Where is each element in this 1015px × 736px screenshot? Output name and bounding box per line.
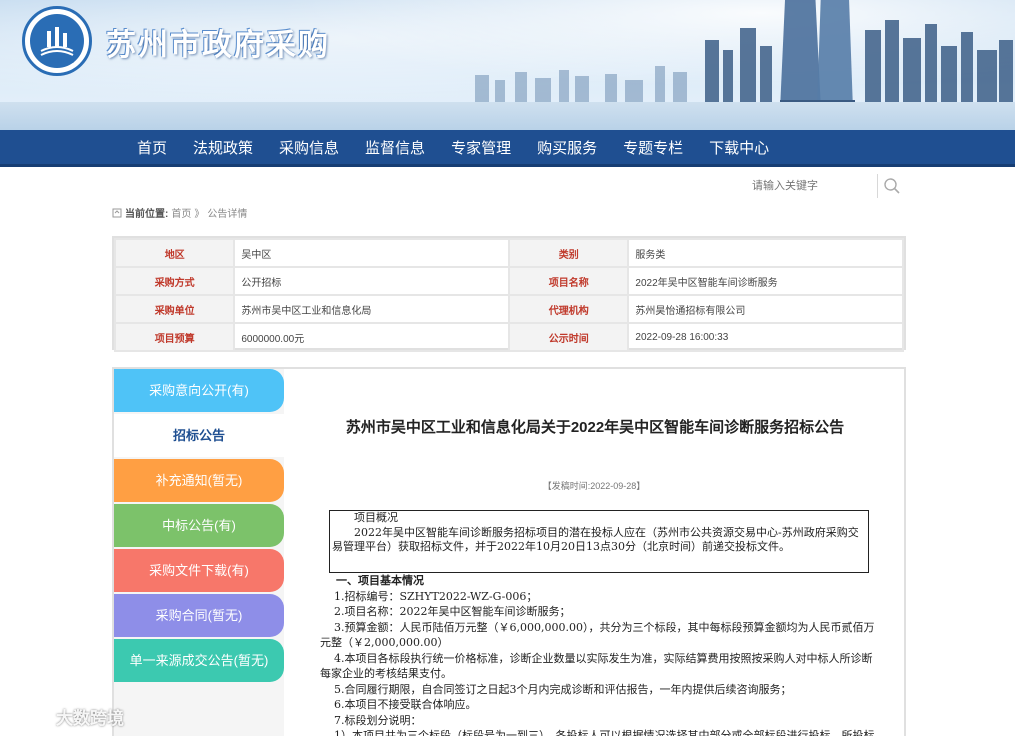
- search-icon[interactable]: [882, 176, 902, 196]
- table-row: 项目预算 6000000.00元 公示时间 2022-09-28 16:00:3…: [113, 322, 904, 352]
- table-row: 采购单位 苏州市吴中区工业和信息化局 代理机构 苏州昊怡通招标有限公司: [113, 294, 904, 324]
- content-panel: 采购意向公开(有) 招标公告 补充通知(暂无) 中标公告(有) 采购文件下载(有…: [112, 367, 906, 736]
- info-value-region: 吴中区: [233, 238, 511, 268]
- sidebar-item-supplementary[interactable]: 补充通知(暂无): [114, 459, 284, 502]
- sidebar-item-contract[interactable]: 采购合同(暂无): [114, 594, 284, 637]
- info-value-method: 公开招标: [233, 266, 511, 296]
- body-line: 1.招标编号：SZHYT2022-WZ-G-006；: [334, 589, 538, 603]
- nav-expert-management[interactable]: 专家管理: [438, 130, 524, 167]
- watermark-text: 大数跨境: [56, 709, 124, 728]
- info-key-publish-time: 公示时间: [508, 322, 630, 352]
- body-line: 1）本项目共为三个标段（标段号为一到三），各投标人可以根据情况选择其中部分或全部…: [334, 729, 875, 736]
- sidebar-item-single-source[interactable]: 单一来源成交公告(暂无): [114, 639, 284, 682]
- info-value-agency: 苏州昊怡通招标有限公司: [627, 294, 904, 324]
- breadcrumb-home-link[interactable]: 首页: [171, 205, 191, 220]
- sidebar-item-intention[interactable]: 采购意向公开(有): [114, 369, 284, 412]
- table-row: 地区 吴中区 类别 服务类: [113, 238, 904, 268]
- article-publish-time: 【发稿时间:2022-09-28】: [542, 481, 646, 491]
- nav-regulations[interactable]: 法规政策: [180, 130, 266, 167]
- info-key-purchaser: 采购单位: [113, 294, 236, 324]
- search-box: [746, 174, 906, 198]
- project-info-table: 地区 吴中区 类别 服务类 采购方式 公开招标 项目名称 2022年吴中区智能车…: [112, 236, 906, 352]
- info-key-agency: 代理机构: [508, 294, 630, 324]
- section-heading: 一、项目基本情况: [336, 574, 424, 587]
- watermark-logo-icon: [9, 707, 51, 725]
- article-body: 一、项目基本情况 1.招标编号：SZHYT2022-WZ-G-006； 2.项目…: [320, 573, 876, 736]
- body-line: 4.本项目各标段执行统一价格标准，诊断企业数量以实际发生为准，实际结算费用按照按…: [320, 651, 873, 681]
- breadcrumb-current: 公告详情: [207, 209, 248, 220]
- sidebar-item-tender-notice[interactable]: 招标公告: [114, 414, 284, 457]
- logo-ring-text: SUZHOU: [40, 58, 76, 65]
- info-value-budget: 6000000.00元: [233, 322, 511, 352]
- article-title: 苏州市吴中区工业和信息化局关于2022年吴中区智能车间诊断服务招标公告: [345, 419, 845, 436]
- search-input[interactable]: [746, 174, 874, 198]
- suzhou-logo[interactable]: [22, 6, 92, 76]
- body-line: 6.本项目不接受联合体响应。: [334, 698, 477, 711]
- nav-procurement-info[interactable]: 采购信息: [266, 130, 352, 167]
- info-value-publish-time: 2022-09-28 16:00:33: [627, 322, 904, 352]
- nav-download-center[interactable]: 下载中心: [696, 130, 782, 167]
- body-line: 5.合同履行期限，自合同签订之日起3个月内完成诊断和评估报告，一年内提供后续咨询…: [334, 682, 792, 696]
- pagoda-icon: [40, 27, 74, 56]
- info-key-budget: 项目预算: [113, 322, 236, 352]
- project-overview-box: 项目概况 2022年吴中区智能车间诊断服务招标项目的潜在投标人应在（苏州市公共资…: [329, 510, 869, 573]
- city-skyline-graphic: [475, 0, 1013, 110]
- main-nav: 首页 法规政策 采购信息 监督信息 专家管理 购买服务 专题专栏 下载中心: [0, 130, 1015, 167]
- sidebar-item-document-download[interactable]: 采购文件下载(有): [114, 549, 284, 592]
- table-row: 采购方式 公开招标 项目名称 2022年吴中区智能车间诊断服务: [113, 266, 904, 296]
- search-divider: [877, 174, 878, 198]
- info-key-method: 采购方式: [113, 266, 236, 296]
- body-line: 3.预算金额：人民币陆佰万元整（￥6,000,000.00），共分为三个标段，其…: [320, 620, 875, 650]
- info-value-project-name: 2022年吴中区智能车间诊断服务: [627, 266, 904, 296]
- body-line: 2.项目名称：2022年吴中区智能车间诊断服务；: [334, 605, 571, 618]
- nav-home[interactable]: 首页: [124, 130, 180, 167]
- sidebar-item-award-notice[interactable]: 中标公告(有): [114, 504, 284, 547]
- breadcrumb: 当前位置: 首页 》 公告详情: [112, 205, 247, 220]
- nav-supervision-info[interactable]: 监督信息: [352, 130, 438, 167]
- home-icon: [112, 208, 122, 217]
- header-banner: SUZHOU 苏州市政府采购: [0, 0, 1015, 130]
- breadcrumb-label: 当前位置:: [125, 209, 169, 220]
- nav-purchase-services[interactable]: 购买服务: [524, 130, 610, 167]
- overview-heading: 项目概况: [354, 511, 398, 524]
- notice-article: 苏州市吴中区工业和信息化局关于2022年吴中区智能车间诊断服务招标公告 【发稿时…: [284, 369, 904, 736]
- banner-water: [0, 102, 1015, 130]
- site-title: 苏州市政府采购: [106, 29, 330, 62]
- body-line: 7.标段划分说明：: [334, 713, 422, 727]
- info-value-purchaser: 苏州市吴中区工业和信息化局: [233, 294, 511, 324]
- info-value-category: 服务类: [627, 238, 904, 268]
- notice-type-sidebar: 采购意向公开(有) 招标公告 补充通知(暂无) 中标公告(有) 采购文件下载(有…: [114, 369, 284, 736]
- nav-special-topics[interactable]: 专题专栏: [610, 130, 696, 167]
- breadcrumb-separator: 》: [194, 209, 205, 220]
- info-key-category: 类别: [508, 238, 630, 268]
- info-key-project-name: 项目名称: [508, 266, 630, 296]
- watermark: 大数跨境: [8, 704, 124, 729]
- overview-body: 2022年吴中区智能车间诊断服务招标项目的潜在投标人应在（苏州市公共资源交易中心…: [332, 525, 859, 554]
- info-key-region: 地区: [113, 238, 236, 268]
